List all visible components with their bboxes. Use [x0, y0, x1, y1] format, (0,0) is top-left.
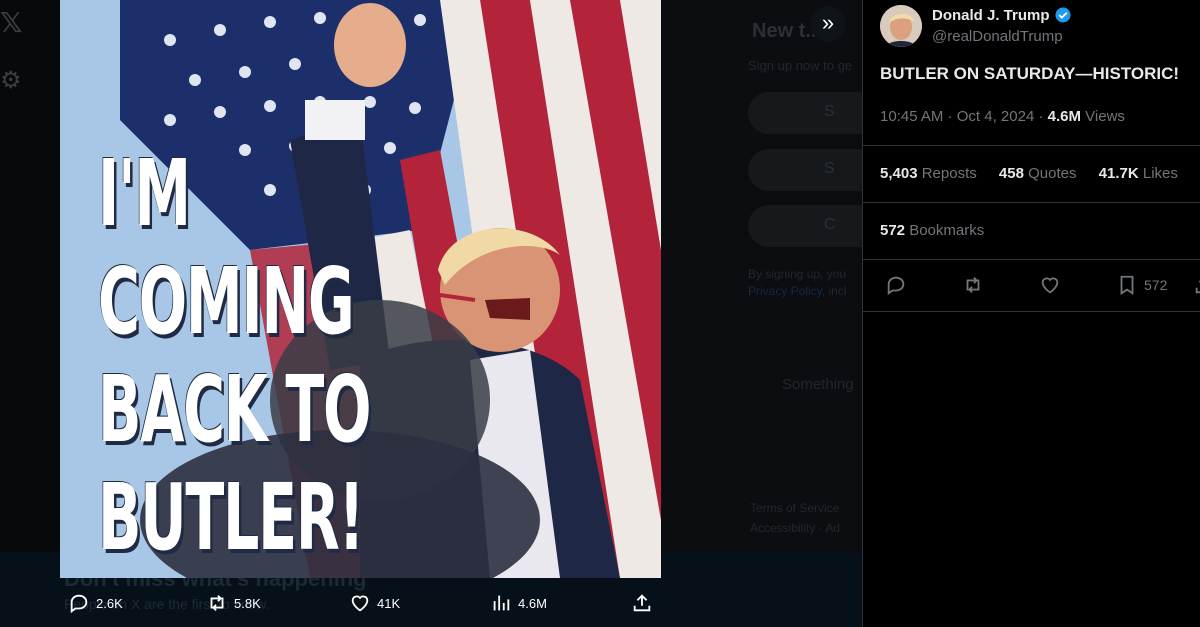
apple-signup-label: S: [824, 160, 835, 177]
media-repost-button[interactable]: 5.8K: [206, 592, 261, 614]
avatar[interactable]: [880, 5, 922, 47]
legal-text: By signing up, you Privacy Policy, incl: [748, 266, 846, 300]
gear-icon[interactable]: ⚙: [0, 66, 22, 95]
reply-button[interactable]: [885, 274, 907, 296]
like-icon: [351, 595, 369, 612]
reposts-label: Reposts: [917, 165, 977, 182]
google-signup-label: S: [824, 103, 835, 120]
reply-icon: [70, 594, 88, 614]
reply-icon: [887, 276, 905, 296]
tweet-detail-panel: Donald J. Trump @realDonaldTrump BUTLER …: [862, 0, 1200, 627]
tweet-date[interactable]: Oct 4, 2024: [957, 108, 1035, 125]
bookmark-action-count: 572: [1144, 277, 1168, 293]
share-button[interactable]: [1193, 274, 1200, 296]
headline-line-1: I'M: [98, 140, 191, 247]
create-account-button[interactable]: C: [748, 205, 862, 247]
legal-line: By signing up, you: [748, 267, 847, 281]
reposts-count: 5,403: [880, 165, 918, 182]
bookmarks-count: 572: [880, 222, 906, 239]
media-views-count: 4.6M: [518, 595, 547, 611]
media-share-button[interactable]: [631, 592, 653, 614]
reposts-stat[interactable]: 5,403 Reposts: [880, 165, 977, 182]
media-views-button[interactable]: 4.6M: [490, 592, 547, 614]
media-like-button[interactable]: 41K: [349, 592, 400, 614]
tweet-time[interactable]: 10:45 AM: [880, 108, 943, 125]
privacy-policy-link[interactable]: Privacy Policy: [748, 284, 822, 298]
tweet-media-image[interactable]: I'M COMING BACK TO BUTLER!: [60, 0, 661, 578]
media-headline: I'M COMING BACK TO BUTLER!: [98, 140, 372, 572]
share-icon: [1195, 280, 1200, 294]
views-count: 4.6M: [1047, 108, 1081, 125]
author-handle[interactable]: @realDonaldTrump: [932, 28, 1063, 45]
error-message: Something: [782, 376, 854, 393]
quotes-stat[interactable]: 458 Quotes: [999, 165, 1077, 182]
media-reply-count: 2.6K: [96, 595, 123, 611]
repost-button[interactable]: [962, 274, 984, 296]
quotes-count: 458: [998, 165, 1024, 182]
x-logo-icon[interactable]: 𝕏: [0, 6, 23, 39]
bookmark-icon: [1120, 275, 1134, 295]
media-repost-count: 5.8K: [234, 595, 261, 611]
divider: [863, 311, 1200, 312]
media-like-count: 41K: [377, 595, 401, 611]
views-label: Views: [1081, 108, 1125, 125]
engagement-stats: 5,403 Reposts 458 Quotes 41.7K Likes: [880, 165, 1196, 182]
bookmarks-label: Bookmarks: [905, 222, 985, 239]
google-signup-button[interactable]: S: [748, 92, 862, 134]
footer-links: Terms of Service Accessibility · Ad: [750, 498, 840, 538]
accessibility-link[interactable]: Accessibility · Ad: [750, 518, 840, 538]
verified-badge-icon: [1055, 7, 1071, 23]
tweet-meta: 10:45 AM · Oct 4, 2024 · 4.6M Views: [880, 108, 1125, 125]
author-name-text: Donald J. Trump: [932, 6, 1050, 24]
create-account-label: C: [824, 216, 836, 233]
bookmark-button[interactable]: 572: [1116, 274, 1167, 296]
media-action-bar: 2.6K 5.8K 41K 4.6M: [60, 584, 661, 624]
headline-line-4: BUTLER!: [98, 464, 365, 571]
likes-stat[interactable]: 41.7K Likes: [1099, 165, 1178, 182]
like-button[interactable]: [1039, 274, 1061, 296]
quotes-label: Quotes: [1023, 165, 1077, 182]
signup-subtitle: Sign up now to ge: [748, 58, 853, 73]
tweet-text: BUTLER ON SATURDAY—HISTORIC!: [880, 64, 1180, 83]
avatar-image: [880, 5, 922, 47]
divider: [863, 202, 1200, 203]
apple-signup-button[interactable]: S: [748, 149, 862, 191]
expand-icon[interactable]: »: [810, 6, 846, 42]
media-reply-button[interactable]: 2.6K: [68, 592, 123, 614]
repost-icon: [210, 595, 224, 611]
like-icon: [1041, 277, 1059, 294]
headline-line-3: BACK TO: [98, 356, 372, 463]
share-icon: [633, 594, 651, 612]
likes-count: 41.7K: [1098, 165, 1139, 182]
legal-rest: , incl: [821, 284, 847, 298]
headline-line-2: COMING: [98, 248, 355, 355]
likes-label: Likes: [1138, 165, 1178, 182]
terms-link[interactable]: Terms of Service: [750, 498, 840, 518]
views-icon: [493, 595, 510, 611]
author-name[interactable]: Donald J. Trump: [932, 6, 1072, 24]
bookmarks-stat[interactable]: 572 Bookmarks: [880, 222, 984, 239]
divider: [863, 145, 1200, 146]
divider: [863, 259, 1200, 260]
repost-icon: [966, 277, 980, 293]
